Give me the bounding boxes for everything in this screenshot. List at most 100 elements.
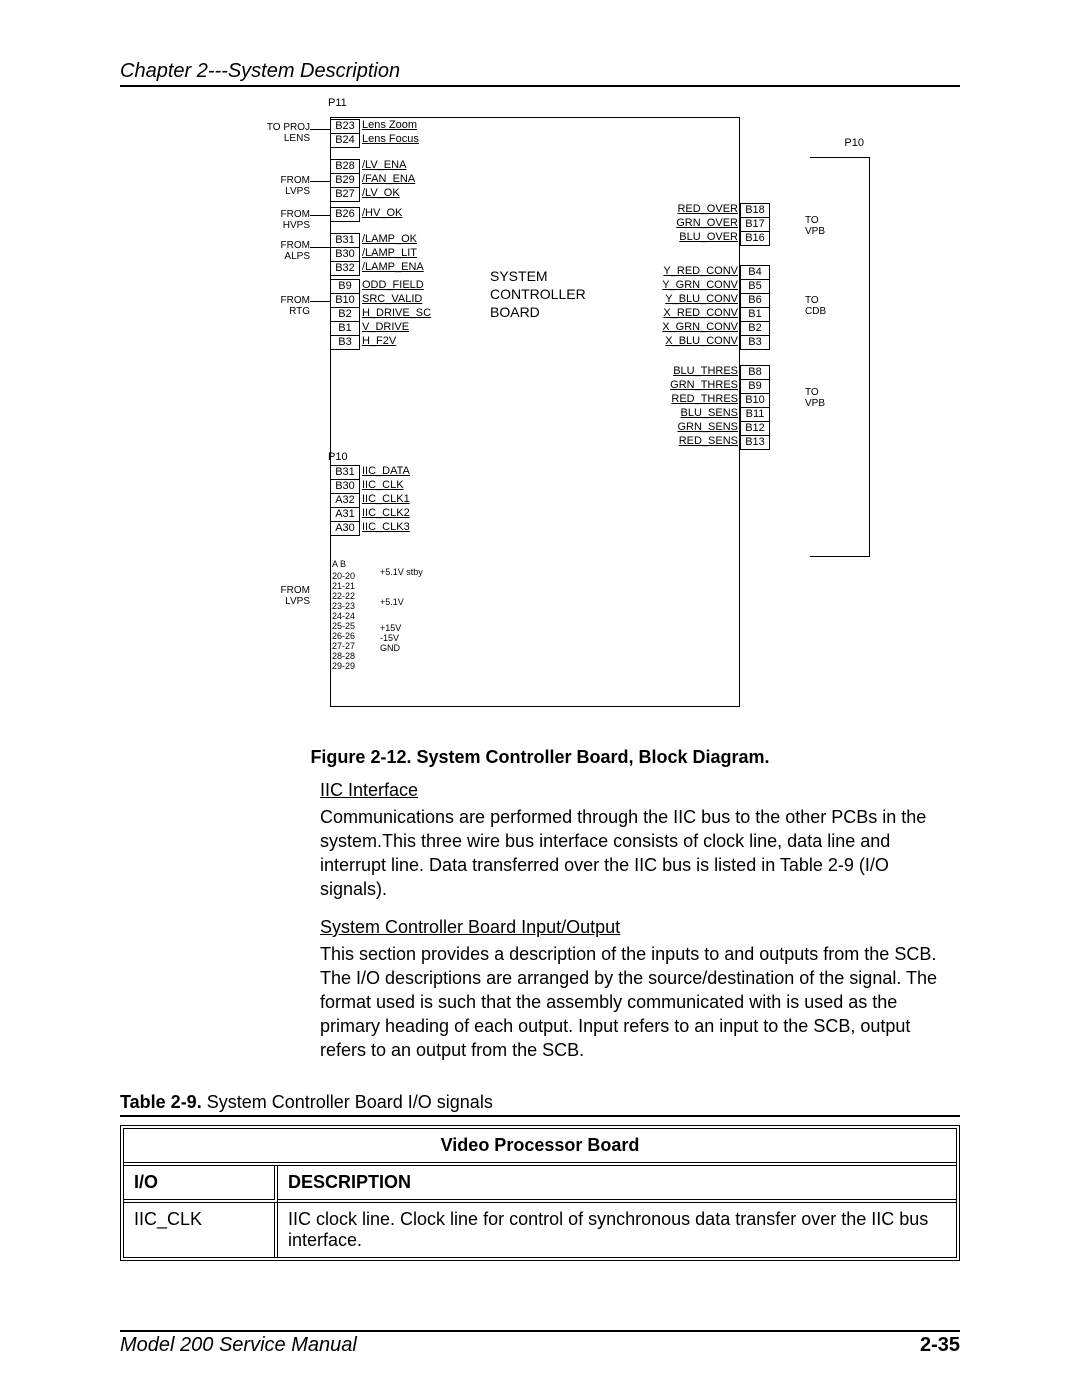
power-row: 21-21 — [332, 581, 355, 591]
signal-Lens Zoom: Lens Zoom — [362, 119, 417, 132]
pin-B27: B27 — [330, 187, 360, 202]
p10-left-label: P10 — [328, 451, 348, 464]
signal-GRN_SENS: GRN_SENS — [660, 421, 738, 434]
signal-RED_THRES: RED_THRES — [660, 393, 738, 406]
pin-B2: B2 — [740, 321, 770, 336]
pin-B5: B5 — [740, 279, 770, 294]
power-row: 24-24 — [332, 611, 355, 621]
pin-B10: B10 — [740, 393, 770, 408]
signal-Y_RED_CONV: Y_RED_CONV — [660, 265, 738, 278]
signal-Y_GRN_CONV: Y_GRN_CONV — [660, 279, 738, 292]
signal-/LAMP_LIT: /LAMP_LIT — [362, 247, 417, 260]
pin-B30: B30 — [330, 247, 360, 262]
pwr-5v: +5.1V — [380, 597, 404, 607]
power-row: 27-27 — [332, 641, 355, 651]
pin-B29: B29 — [330, 173, 360, 188]
signal-H_DRIVE_SC: H_DRIVE_SC — [362, 307, 431, 320]
pin-B24: B24 — [330, 133, 360, 148]
table-row-io: IIC_CLK — [124, 1203, 278, 1257]
pin-B23: B23 — [330, 119, 360, 134]
pin-B12: B12 — [740, 421, 770, 436]
pin-B31: B31 — [330, 465, 360, 480]
table-col-io: I/O — [124, 1166, 278, 1203]
signal-/LAMP_ENA: /LAMP_ENA — [362, 261, 424, 274]
dst-cdb: TOCDB — [805, 295, 826, 317]
signal-IIC_CLK: IIC_CLK — [362, 479, 404, 492]
pwr-gnd: GND — [380, 643, 400, 653]
scb-io-heading: System Controller Board Input/Output — [320, 917, 950, 938]
signal-H_F2V: H_F2V — [362, 335, 396, 348]
page-footer: Model 200 Service Manual 2-35 — [120, 1330, 960, 1357]
pin-B9: B9 — [740, 379, 770, 394]
signal-Lens Focus: Lens Focus — [362, 133, 419, 146]
signal-RED_OVER: RED_OVER — [660, 203, 738, 216]
pwr-neg15v: -15V — [380, 633, 399, 643]
table-caption: Table 2-9. System Controller Board I/O s… — [120, 1092, 960, 1117]
signal-/HV_OK: /HV_OK — [362, 207, 402, 220]
footer-manual-title: Model 200 Service Manual — [120, 1334, 357, 1357]
signal-/LAMP_OK: /LAMP_OK — [362, 233, 417, 246]
signal-IIC_DATA: IIC_DATA — [362, 465, 410, 478]
signal-GRN_OVER: GRN_OVER — [660, 217, 738, 230]
pwr-stby: +5.1V stby — [380, 567, 423, 577]
signal-IIC_CLK2: IIC_CLK2 — [362, 507, 410, 520]
pin-B1: B1 — [740, 307, 770, 322]
pin-B6: B6 — [740, 293, 770, 308]
pin-B11: B11 — [740, 407, 770, 422]
src-lvps: FROMLVPS — [250, 175, 310, 197]
pin-B32: B32 — [330, 261, 360, 276]
pin-B10: B10 — [330, 293, 360, 308]
figure-caption: Figure 2-12. System Controller Board, Bl… — [120, 747, 960, 768]
pin-B18: B18 — [740, 203, 770, 218]
scb-title: SYSTEM CONTROLLER BOARD — [490, 267, 586, 321]
pin-B4: B4 — [740, 265, 770, 280]
signal-X_RED_CONV: X_RED_CONV — [660, 307, 738, 320]
chapter-header: Chapter 2---System Description — [120, 60, 960, 87]
dst-vpb2: TOVPB — [805, 387, 825, 409]
pin-B16: B16 — [740, 231, 770, 246]
pin-A31: A31 — [330, 507, 360, 522]
body-column: IIC Interface Communications are perform… — [320, 780, 950, 1062]
power-row: 25-25 — [332, 621, 355, 631]
block-diagram: P11 P10 P10 SYSTEM CONTROLLER BOARD TO P… — [250, 107, 810, 727]
page-container: Chapter 2---System Description P11 P10 P… — [0, 0, 1080, 1397]
power-row: 22-22 — [332, 591, 355, 601]
pin-B9: B9 — [330, 279, 360, 294]
power-row: 29-29 — [332, 661, 355, 671]
pin-B3: B3 — [740, 335, 770, 350]
io-signals-table: Video Processor Board I/O DESCRIPTION II… — [120, 1125, 960, 1261]
pwr-15v: +15V — [380, 623, 401, 633]
signal-BLU_OVER: BLU_OVER — [660, 231, 738, 244]
power-row: 20-20 — [332, 571, 355, 581]
signal-/LV_OK: /LV_OK — [362, 187, 400, 200]
power-block: A B 20-2021-2122-2223-2324-2425-2526-262… — [332, 559, 355, 671]
signal-/FAN_ENA: /FAN_ENA — [362, 173, 415, 186]
pin-B1: B1 — [330, 321, 360, 336]
signal-X_GRN_CONV: X_GRN_CONV — [660, 321, 738, 334]
src-hvps: FROMHVPS — [250, 209, 310, 231]
p11-label: P11 — [328, 97, 347, 110]
power-row: 26-26 — [332, 631, 355, 641]
src-lvps2: FROMLVPS — [250, 585, 310, 607]
src-proj-lens: TO PROJLENS — [250, 122, 310, 144]
footer-page-number: 2-35 — [920, 1334, 960, 1357]
src-rtg: FROMRTG — [250, 295, 310, 317]
pin-B26: B26 — [330, 207, 360, 222]
signal-/LV_ENA: /LV_ENA — [362, 159, 406, 172]
pin-B2: B2 — [330, 307, 360, 322]
table-section-header: Video Processor Board — [124, 1129, 956, 1166]
pin-B13: B13 — [740, 435, 770, 450]
signal-V_DRIVE: V_DRIVE — [362, 321, 409, 334]
pin-B3: B3 — [330, 335, 360, 350]
pin-B8: B8 — [740, 365, 770, 380]
table-row-desc: IIC clock line. Clock line for control o… — [278, 1203, 956, 1257]
power-row: 28-28 — [332, 651, 355, 661]
src-alps: FROMALPS — [250, 240, 310, 262]
iic-interface-heading: IIC Interface — [320, 780, 950, 801]
signal-BLU_THRES: BLU_THRES — [660, 365, 738, 378]
power-row: 23-23 — [332, 601, 355, 611]
signal-ODD_FIELD: ODD_FIELD — [362, 279, 424, 292]
scb-io-paragraph: This section provides a description of t… — [320, 942, 950, 1062]
signal-X_BLU_CONV: X_BLU_CONV — [660, 335, 738, 348]
signal-IIC_CLK3: IIC_CLK3 — [362, 521, 410, 534]
